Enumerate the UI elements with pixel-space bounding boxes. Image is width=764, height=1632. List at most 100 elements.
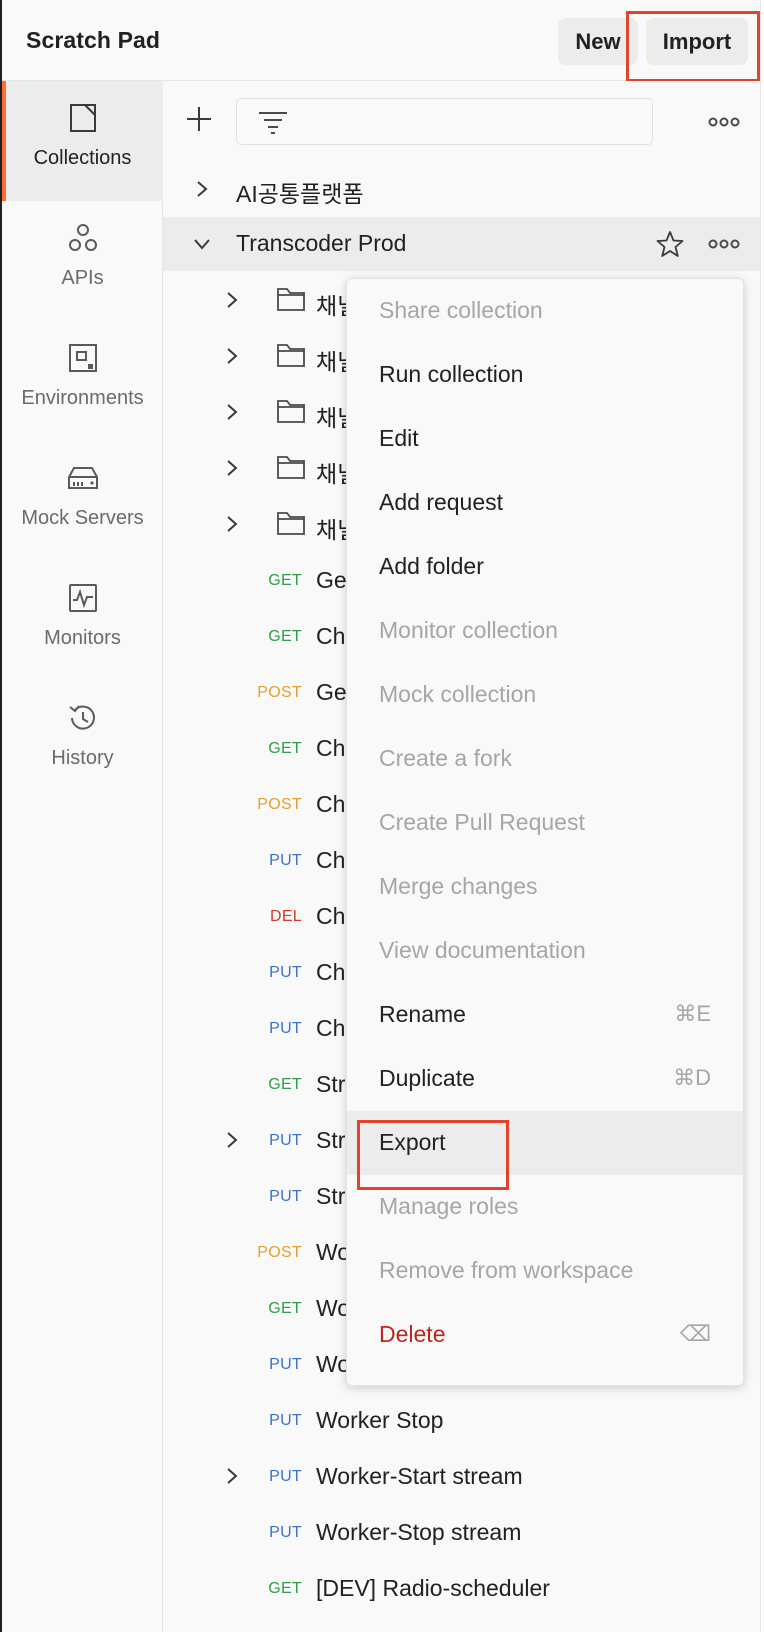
request-row[interactable]: GET [DEV] Radio-scheduler <box>163 1561 760 1615</box>
menu-item-edit[interactable]: Edit <box>347 407 743 471</box>
menu-item-share-collection: Share collection <box>347 279 743 343</box>
request-name: [DEV] Radio-scheduler <box>316 1575 550 1601</box>
menu-item-label: Remove from workspace <box>379 1257 634 1283</box>
folder-icon <box>277 456 305 479</box>
chevron-right-icon[interactable] <box>223 459 241 477</box>
more-options-icon[interactable] <box>708 239 740 249</box>
menu-item-remove-from-workspace: Remove from workspace <box>347 1239 743 1303</box>
folder-icon <box>277 288 305 311</box>
request-name: Ch <box>316 1015 346 1041</box>
menu-item-monitor-collection: Monitor collection <box>347 599 743 663</box>
method-badge: POST <box>257 796 302 813</box>
sidebar-item-environments[interactable]: Environments <box>2 321 163 441</box>
filter-icon <box>259 112 287 134</box>
sidebar-item-mock-servers[interactable]: Mock Servers <box>2 441 163 561</box>
method-badge: GET <box>268 1580 302 1597</box>
menu-item-add-request[interactable]: Add request <box>347 471 743 535</box>
request-name: Ch <box>316 735 346 761</box>
star-icon[interactable] <box>656 230 684 258</box>
import-highlight-box <box>626 11 760 82</box>
export-highlight-box <box>357 1120 509 1190</box>
more-options-icon[interactable] <box>708 117 740 127</box>
menu-item-label: View documentation <box>379 937 586 963</box>
menu-item-label: Rename <box>379 1001 466 1027</box>
sidebar-item-label: Collections <box>33 147 132 169</box>
menu-item-rename[interactable]: Rename ⌘E <box>347 983 743 1047</box>
shortcut-hint: ⌘E <box>674 1001 711 1026</box>
menu-item-label: Create Pull Request <box>379 809 585 835</box>
request-name: Ch <box>316 959 346 985</box>
menu-item-label: Add folder <box>379 553 484 579</box>
sidebar-item-collections[interactable]: Collections <box>2 81 163 201</box>
history-icon <box>66 701 100 735</box>
collection-name: Transcoder Prod <box>236 230 407 256</box>
collection-context-menu: Share collection Run collection Edit Add… <box>346 278 744 1386</box>
request-name: Ch <box>316 623 346 649</box>
menu-item-view-documentation: View documentation <box>347 919 743 983</box>
request-name: Str <box>316 1127 346 1153</box>
request-name: Ch <box>316 903 346 929</box>
chevron-right-icon[interactable] <box>223 403 241 421</box>
add-collection-icon[interactable] <box>185 105 213 133</box>
sidebar-item-monitors[interactable]: Monitors <box>2 561 163 681</box>
monitors-icon <box>66 581 100 615</box>
menu-item-label: Manage roles <box>379 1193 519 1219</box>
method-badge: GET <box>268 572 302 589</box>
method-badge: POST <box>257 684 302 701</box>
app-window: Scratch Pad New Import Collections APIs … <box>0 0 764 1632</box>
menu-item-duplicate[interactable]: Duplicate ⌘D <box>347 1047 743 1111</box>
request-name: Str <box>316 1183 346 1209</box>
sidebar-item-history[interactable]: History <box>2 681 163 801</box>
method-badge: PUT <box>269 1188 302 1205</box>
method-badge: PUT <box>269 1524 302 1541</box>
method-badge: GET <box>268 740 302 757</box>
menu-item-label: Create a fork <box>379 745 512 771</box>
menu-item-label: Merge changes <box>379 873 538 899</box>
request-name: Worker-Start stream <box>316 1463 523 1489</box>
request-row[interactable]: PUT Worker-Start stream <box>163 1449 760 1503</box>
menu-item-delete[interactable]: Delete ⌫ <box>347 1303 743 1367</box>
chevron-right-icon[interactable] <box>223 347 241 365</box>
request-row[interactable]: PUT Worker Stop <box>163 1393 760 1447</box>
menu-item-label: Share collection <box>379 297 543 323</box>
menu-item-mock-collection: Mock collection <box>347 663 743 727</box>
filter-input[interactable] <box>236 98 653 145</box>
folder-icon <box>277 400 305 423</box>
chevron-right-icon[interactable] <box>223 515 241 533</box>
sidebar: Collections APIs Environments Mock Serve… <box>2 81 163 1632</box>
collection-row[interactable]: AI공통플랫폼 <box>163 162 760 216</box>
request-name: Ch <box>316 847 346 873</box>
method-badge: PUT <box>269 1356 302 1373</box>
method-badge: PUT <box>269 1468 302 1485</box>
shortcut-hint: ⌫ <box>679 1321 711 1346</box>
sidebar-item-apis[interactable]: APIs <box>2 201 163 321</box>
request-name: Wo <box>316 1239 351 1265</box>
menu-item-run-collection[interactable]: Run collection <box>347 343 743 407</box>
collection-name: AI공통플랫폼 <box>236 181 364 207</box>
request-name: Str <box>316 1071 346 1097</box>
sidebar-item-label: APIs <box>61 267 104 289</box>
chevron-down-icon[interactable] <box>193 235 211 253</box>
menu-item-create-fork: Create a fork <box>347 727 743 791</box>
menu-item-label: Duplicate <box>379 1065 475 1091</box>
window-edge <box>760 0 764 1632</box>
method-badge: PUT <box>269 1132 302 1149</box>
menu-item-label: Add request <box>379 489 504 515</box>
sidebar-item-label: Mock Servers <box>21 507 144 529</box>
workspace-title: Scratch Pad <box>26 27 161 53</box>
menu-item-merge-changes: Merge changes <box>347 855 743 919</box>
chevron-right-icon[interactable] <box>223 291 241 309</box>
method-badge: POST <box>257 1244 302 1261</box>
request-name: Ge <box>316 567 347 593</box>
chevron-right-icon[interactable] <box>193 180 211 198</box>
environments-icon <box>66 341 100 375</box>
method-badge: GET <box>268 628 302 645</box>
request-row[interactable]: PUT Worker-Stop stream <box>163 1505 760 1559</box>
menu-item-add-folder[interactable]: Add folder <box>347 535 743 599</box>
request-name: Worker-Stop stream <box>316 1519 522 1545</box>
menu-item-label: Monitor collection <box>379 617 558 643</box>
method-badge: PUT <box>269 964 302 981</box>
request-name: Worker Stop <box>316 1407 444 1433</box>
collection-row[interactable]: Transcoder Prod <box>163 217 760 271</box>
folder-icon <box>277 512 305 535</box>
